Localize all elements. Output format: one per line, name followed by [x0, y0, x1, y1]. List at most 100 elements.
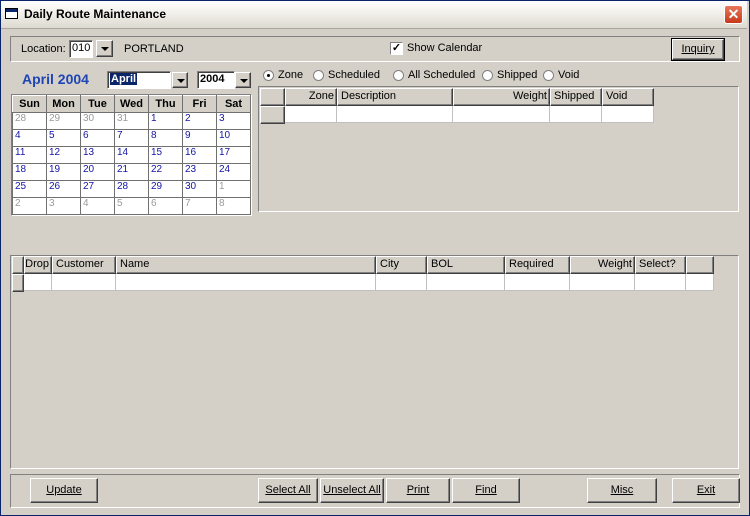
- calendar-day[interactable]: 6: [80, 129, 115, 147]
- calendar-day-other-month[interactable]: 6: [148, 197, 183, 215]
- zone-grid-row-header[interactable]: [260, 106, 285, 124]
- calendar-day[interactable]: 2: [182, 112, 217, 130]
- zone-grid-column-header[interactable]: Zone: [285, 88, 337, 106]
- calendar-day[interactable]: 19: [46, 163, 81, 181]
- calendar-day[interactable]: 7: [114, 129, 149, 147]
- order-grid-cell[interactable]: [427, 274, 505, 291]
- order-grid-cell[interactable]: [52, 274, 116, 291]
- calendar-day-other-month[interactable]: 3: [46, 197, 81, 215]
- filter-radio-void[interactable]: [543, 70, 554, 81]
- calendar-week-row: 18 19 20 21 22 23 24: [12, 163, 251, 181]
- calendar-day[interactable]: 10: [216, 129, 251, 147]
- order-grid-column-header[interactable]: [686, 256, 714, 274]
- show-calendar-label: Show Calendar: [407, 42, 483, 54]
- filter-radio-all-scheduled[interactable]: [393, 70, 404, 81]
- update-button[interactable]: Update: [30, 478, 98, 503]
- zone-grid-column-header[interactable]: Weight: [453, 88, 550, 106]
- order-grid-row-header[interactable]: [12, 274, 24, 292]
- calendar-day[interactable]: 11: [12, 146, 47, 164]
- calendar-day-other-month[interactable]: 4: [80, 197, 115, 215]
- calendar-day-other-month[interactable]: 29: [46, 112, 81, 130]
- order-grid-cell[interactable]: [376, 274, 427, 291]
- calendar-day[interactable]: 17: [216, 146, 251, 164]
- misc-button[interactable]: Misc: [587, 478, 657, 503]
- order-grid-column-header[interactable]: Weight: [570, 256, 635, 274]
- zone-grid-cell[interactable]: [550, 106, 602, 123]
- calendar-day[interactable]: 28: [114, 180, 149, 198]
- month-dropdown-button[interactable]: [172, 72, 188, 88]
- month-select[interactable]: April: [107, 71, 171, 89]
- location-dropdown-button[interactable]: [96, 40, 113, 57]
- order-grid-cell[interactable]: [635, 274, 686, 291]
- order-grid-column-header[interactable]: Drop: [24, 256, 52, 274]
- calendar-day-other-month[interactable]: 31: [114, 112, 149, 130]
- order-grid-column-header[interactable]: City: [376, 256, 427, 274]
- order-grid-cell[interactable]: [570, 274, 635, 291]
- calendar-day[interactable]: 20: [80, 163, 115, 181]
- calendar-day-other-month[interactable]: 8: [216, 197, 251, 215]
- calendar-day-other-month[interactable]: 30: [80, 112, 115, 130]
- calendar-day[interactable]: 14: [114, 146, 149, 164]
- calendar-day[interactable]: 12: [46, 146, 81, 164]
- calendar-day[interactable]: 13: [80, 146, 115, 164]
- calendar-day[interactable]: 23: [182, 163, 217, 181]
- close-button[interactable]: ✕: [724, 5, 743, 24]
- zone-grid-column-header[interactable]: Void: [602, 88, 654, 106]
- calendar-day[interactable]: 8: [148, 129, 183, 147]
- location-code-field[interactable]: 010: [69, 40, 93, 58]
- calendar-day[interactable]: 29: [148, 180, 183, 198]
- order-grid-cell[interactable]: [686, 274, 714, 291]
- calendar-day[interactable]: 3: [216, 112, 251, 130]
- order-grid-column-header[interactable]: Name: [116, 256, 376, 274]
- select-all-button[interactable]: Select All: [258, 478, 318, 503]
- order-grid-column-header[interactable]: Customer: [52, 256, 116, 274]
- calendar-day[interactable]: 26: [46, 180, 81, 198]
- order-grid-cell[interactable]: [505, 274, 570, 291]
- inquiry-button[interactable]: Inquiry: [671, 38, 725, 61]
- zone-grid-cell[interactable]: [285, 106, 337, 123]
- exit-button[interactable]: Exit: [672, 478, 740, 503]
- order-grid-column-header[interactable]: Select?: [635, 256, 686, 274]
- calendar-day-other-month[interactable]: 7: [182, 197, 217, 215]
- zone-grid-column-header[interactable]: Description: [337, 88, 453, 106]
- calendar-day[interactable]: 25: [12, 180, 47, 198]
- weekday-header: Wed: [114, 95, 149, 113]
- zone-grid-cell[interactable]: [602, 106, 654, 123]
- calendar-day-other-month[interactable]: 5: [114, 197, 149, 215]
- calendar-day[interactable]: 1: [148, 112, 183, 130]
- weekday-header: Thu: [148, 95, 183, 113]
- calendar-day[interactable]: 18: [12, 163, 47, 181]
- calendar-day[interactable]: 22: [148, 163, 183, 181]
- year-select[interactable]: 2004: [197, 71, 235, 89]
- calendar-day[interactable]: 16: [182, 146, 217, 164]
- calendar-day[interactable]: 9: [182, 129, 217, 147]
- unselect-all-button[interactable]: Unselect All: [320, 478, 384, 503]
- calendar-day[interactable]: 24: [216, 163, 251, 181]
- filter-radio-zone[interactable]: [263, 70, 274, 81]
- calendar-day[interactable]: 30: [182, 180, 217, 198]
- order-grid-cell[interactable]: [116, 274, 376, 291]
- select-all-button-label: Select All: [265, 484, 311, 496]
- print-button[interactable]: Print: [386, 478, 450, 503]
- calendar-day-other-month[interactable]: 2: [12, 197, 47, 215]
- calendar-day[interactable]: 4: [12, 129, 47, 147]
- zone-grid-column-header[interactable]: Shipped: [550, 88, 602, 106]
- filter-radio-scheduled[interactable]: [313, 70, 324, 81]
- order-grid-cell[interactable]: [24, 274, 52, 291]
- zone-grid-cell[interactable]: [337, 106, 453, 123]
- calendar-week-row: 11 12 13 14 15 16 17: [12, 146, 251, 164]
- calendar-day[interactable]: 21: [114, 163, 149, 181]
- calendar-day-other-month[interactable]: 1: [216, 180, 251, 198]
- calendar-day-other-month[interactable]: 28: [12, 112, 47, 130]
- filter-radio-label: Shipped: [497, 69, 538, 81]
- year-dropdown-button[interactable]: [235, 72, 251, 88]
- calendar-day[interactable]: 27: [80, 180, 115, 198]
- order-grid-column-header[interactable]: Required: [505, 256, 570, 274]
- find-button[interactable]: Find: [452, 478, 520, 503]
- calendar-day[interactable]: 5: [46, 129, 81, 147]
- show-calendar-checkbox[interactable]: ✓: [390, 42, 403, 55]
- order-grid-column-header[interactable]: BOL: [427, 256, 505, 274]
- filter-radio-shipped[interactable]: [482, 70, 493, 81]
- calendar-day[interactable]: 15: [148, 146, 183, 164]
- zone-grid-cell[interactable]: [453, 106, 550, 123]
